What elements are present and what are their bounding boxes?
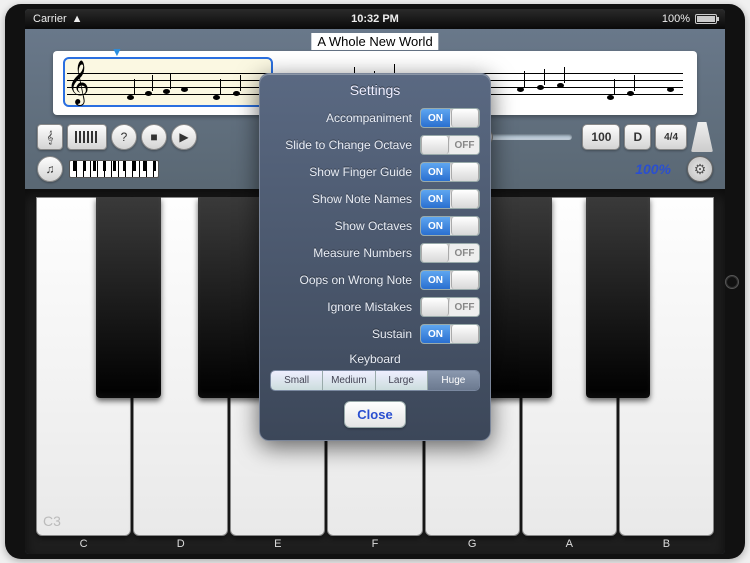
switch-on-label: ON bbox=[421, 109, 450, 127]
toggle-switch[interactable]: ONOFF bbox=[420, 297, 480, 317]
switch-knob bbox=[451, 217, 479, 235]
gear-icon: ⚙ bbox=[694, 161, 707, 178]
setting-row: Ignore Mistakes ONOFF bbox=[270, 295, 480, 319]
treble-clef-icon: 𝄞 bbox=[67, 61, 89, 105]
setting-label: Oops on Wrong Note bbox=[299, 273, 412, 287]
setting-label: Show Note Names bbox=[312, 192, 412, 206]
size-option[interactable]: Huge bbox=[428, 371, 479, 390]
battery-icon bbox=[695, 14, 717, 24]
toggle-switch[interactable]: ONOFF bbox=[420, 189, 480, 209]
note-label: D bbox=[132, 538, 229, 554]
switch-knob bbox=[451, 325, 479, 343]
note-label: F bbox=[326, 538, 423, 554]
switch-knob bbox=[421, 136, 449, 154]
size-option[interactable]: Large bbox=[376, 371, 428, 390]
switch-on-label: ON bbox=[421, 190, 450, 208]
switch-knob bbox=[451, 163, 479, 181]
keyboard-size-label: Keyboard bbox=[270, 352, 480, 366]
keyboard-size-segmented[interactable]: SmallMediumLargeHuge bbox=[270, 370, 480, 391]
setting-label: Accompaniment bbox=[326, 111, 412, 125]
close-button[interactable]: Close bbox=[344, 401, 406, 428]
time-signature-display[interactable]: 4/4 bbox=[655, 124, 687, 150]
settings-modal: Settings AccompanimentONOFFSlide to Chan… bbox=[259, 73, 491, 441]
setting-label: Slide to Change Octave bbox=[285, 138, 412, 152]
note-label: B bbox=[618, 538, 715, 554]
note-label: G bbox=[424, 538, 521, 554]
switch-on-label: ON bbox=[421, 163, 450, 181]
stop-button[interactable]: ■ bbox=[141, 124, 167, 150]
setting-label: Sustain bbox=[372, 327, 412, 341]
toggle-switch[interactable]: ONOFF bbox=[420, 216, 480, 236]
keyboard-view-button[interactable] bbox=[67, 124, 107, 150]
notation-view-button[interactable]: 𝄞 bbox=[37, 124, 63, 150]
help-button[interactable]: ? bbox=[111, 124, 137, 150]
setting-row: Show Finger Guide ONOFF bbox=[270, 160, 480, 184]
setting-row: Sustain ONOFF bbox=[270, 322, 480, 346]
switch-knob bbox=[421, 298, 449, 316]
carrier-label: Carrier bbox=[33, 13, 67, 25]
switch-on-label: ON bbox=[421, 217, 450, 235]
toggle-switch[interactable]: ONOFF bbox=[420, 324, 480, 344]
switch-on-label: ON bbox=[421, 325, 450, 343]
white-key[interactable] bbox=[522, 197, 617, 536]
toggle-switch[interactable]: ONOFF bbox=[420, 270, 480, 290]
setting-label: Ignore Mistakes bbox=[327, 300, 412, 314]
note-label: E bbox=[229, 538, 326, 554]
setting-label: Measure Numbers bbox=[313, 246, 412, 260]
play-button[interactable]: ▶ bbox=[171, 124, 197, 150]
switch-off-label: OFF bbox=[450, 136, 479, 154]
status-bar: Carrier ▲ 10:32 PM 100% bbox=[25, 9, 725, 29]
wifi-icon: ▲ bbox=[72, 13, 83, 25]
settings-button[interactable]: ⚙ bbox=[687, 156, 713, 182]
home-button[interactable] bbox=[725, 275, 739, 289]
ipad-frame: Carrier ▲ 10:32 PM 100% A Whole New Worl… bbox=[5, 4, 745, 559]
app-content: A Whole New World ▼ 𝄞 bbox=[25, 29, 725, 554]
toggle-switch[interactable]: ONOFF bbox=[420, 243, 480, 263]
switch-off-label: OFF bbox=[450, 298, 479, 316]
size-option[interactable]: Small bbox=[271, 371, 323, 390]
songs-button[interactable]: ♫ bbox=[37, 156, 63, 182]
setting-row: Show Note Names ONOFF bbox=[270, 187, 480, 211]
toggle-switch[interactable]: ONOFF bbox=[420, 162, 480, 182]
setting-row: Accompaniment ONOFF bbox=[270, 106, 480, 130]
white-key[interactable] bbox=[133, 197, 228, 536]
switch-knob bbox=[451, 109, 479, 127]
bars-icon bbox=[75, 131, 99, 143]
note-label: A bbox=[521, 538, 618, 554]
note-label: C bbox=[35, 538, 132, 554]
modal-title: Settings bbox=[270, 82, 480, 98]
clock: 10:32 PM bbox=[351, 13, 399, 25]
setting-label: Show Octaves bbox=[335, 219, 412, 233]
setting-row: Show Octaves ONOFF bbox=[270, 214, 480, 238]
setting-row: Slide to Change Octave ONOFF bbox=[270, 133, 480, 157]
setting-label: Show Finger Guide bbox=[309, 165, 412, 179]
zoom-percent: 100% bbox=[625, 161, 681, 177]
size-option[interactable]: Medium bbox=[323, 371, 375, 390]
switch-knob bbox=[421, 244, 449, 262]
screen: Carrier ▲ 10:32 PM 100% A Whole New Worl… bbox=[25, 9, 725, 554]
metronome-icon[interactable] bbox=[691, 122, 713, 152]
white-key[interactable] bbox=[619, 197, 714, 536]
setting-row: Measure Numbers ONOFF bbox=[270, 241, 480, 265]
note-labels: C D E F G A B bbox=[35, 538, 715, 554]
battery-pct: 100% bbox=[662, 13, 690, 25]
octave-label: C3 bbox=[43, 513, 61, 529]
tempo-display[interactable]: 100 bbox=[582, 124, 620, 150]
switch-knob bbox=[451, 271, 479, 289]
switch-off-label: OFF bbox=[450, 244, 479, 262]
song-title: A Whole New World bbox=[311, 33, 438, 50]
key-display[interactable]: D bbox=[624, 124, 651, 150]
toggle-switch[interactable]: ONOFF bbox=[420, 108, 480, 128]
switch-knob bbox=[451, 190, 479, 208]
white-key[interactable]: C3 bbox=[36, 197, 131, 536]
toggle-switch[interactable]: ONOFF bbox=[420, 135, 480, 155]
switch-on-label: ON bbox=[421, 271, 450, 289]
setting-row: Oops on Wrong Note ONOFF bbox=[270, 268, 480, 292]
mini-keyboard-nav[interactable] bbox=[69, 160, 159, 178]
